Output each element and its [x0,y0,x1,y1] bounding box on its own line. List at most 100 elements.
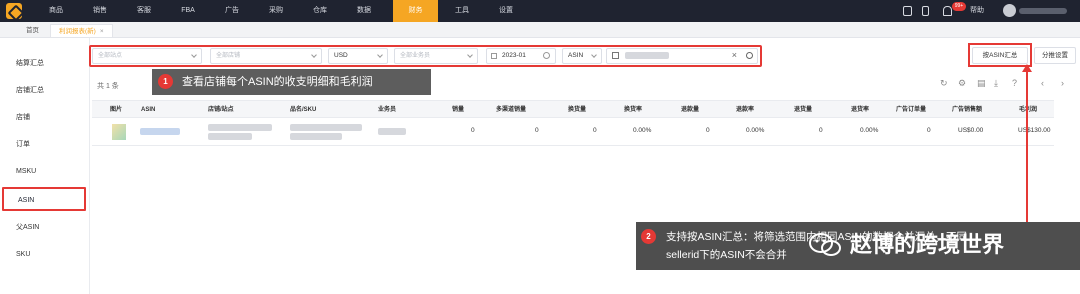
nav-item-purchase[interactable]: 采购 [260,0,292,22]
top-nav-bar: 商品 销售 客服 FBA 广告 采购 仓库 数据 财务 工具 设置 99+ 帮助 [0,0,1080,22]
cell-exchange-rate: 0.00% [633,127,652,134]
cell-exchange-qty: 0 [593,127,597,134]
nav-item-products[interactable]: 商品 [40,0,72,22]
sidebar-item-parent-asin[interactable]: 父ASIN [0,216,90,240]
store-select-placeholder: 全部店铺 [216,53,241,59]
refresh-icon[interactable]: ↻ [940,78,948,89]
sidebar-item-order[interactable]: 订单 [0,133,90,157]
col-ad-sales: 广告销售额 [952,107,983,113]
col-asin: ASIN [141,107,156,113]
annotation-badge-1: 1 [158,74,173,89]
chevron-down-icon [311,52,317,58]
sidebar-item-store-summary[interactable]: 店铺汇总 [0,79,90,103]
nav-item-tools[interactable]: 工具 [446,0,478,22]
dimension-select[interactable]: ASIN [562,48,602,64]
col-salesperson: 业务员 [378,107,397,113]
table-header: 图片 ASIN 店铺/站点 品名/SKU 业务员 销量 多渠道销量 换货量 换货… [92,100,1054,118]
prev-page-icon[interactable]: ‹ [1041,78,1044,88]
sidebar-item-store[interactable]: 店铺 [0,106,90,130]
cell-ad-orders: 0 [927,127,931,134]
page-tabs: 首页 利润报表(新) × [0,22,1080,38]
store-select[interactable]: 全部店铺 [210,48,322,64]
search-input[interactable]: × [606,48,758,64]
salesperson-select-placeholder: 全部业务员 [400,53,431,59]
search-value-blurred [625,52,669,59]
month-value: 2023-01 [502,52,526,59]
cell-multichannel: 0 [535,127,539,134]
nav-item-ads[interactable]: 广告 [216,0,248,22]
cell-ad-sales: US$0.00 [958,127,984,134]
gear-icon[interactable]: ⚙ [958,78,966,89]
avatar[interactable] [1003,4,1016,17]
col-return-rate: 退货率 [851,107,870,113]
cell-refund-rate: 0.00% [746,127,765,134]
split-settings-button[interactable]: 分推设置 [1034,47,1076,64]
chevron-down-icon [467,52,473,58]
tab-profit-report-label: 利润报表(新) [59,28,96,35]
annotation-badge-2: 2 [641,229,656,244]
col-image: 图片 [110,107,123,113]
help-link[interactable]: 帮助 [970,0,984,22]
chevron-down-icon [191,52,197,58]
download-icon[interactable]: ⤓ [994,78,998,89]
tab-profit-report[interactable]: 利润报表(新) × [50,24,113,37]
tab-home-label: 首页 [26,27,39,34]
asin-blurred[interactable] [140,128,180,135]
cell-sales: 0 [471,127,475,134]
month-picker[interactable]: 2023-01 [486,48,556,64]
salesperson-blurred [378,128,406,135]
col-sales[interactable]: 销量 [452,101,464,119]
col-multichannel: 多渠道销量 [496,107,527,113]
next-page-icon[interactable]: › [1061,78,1064,88]
table-row[interactable]: 0 0 0 0.00% 0 0.00% 0 0.00% 0 US$0.00 US… [92,118,1054,146]
calendar-icon [491,53,497,59]
sku-blurred [290,133,342,140]
nav-item-sales[interactable]: 销售 [84,0,116,22]
sidebar-item-sku[interactable]: SKU [0,243,90,267]
sidebar-item-msku[interactable]: MSKU [0,160,90,184]
nav-item-settings[interactable]: 设置 [490,0,522,22]
columns-icon[interactable]: ▤ [977,78,986,89]
chevron-down-icon [591,52,597,58]
col-exchange-rate: 换货率 [624,107,643,113]
mobile-icon[interactable] [922,6,929,16]
col-refund-qty: 退款量 [681,107,700,113]
product-thumbnail[interactable] [112,124,126,140]
nav-item-finance[interactable]: 财务 [393,0,438,22]
nav-item-data[interactable]: 数据 [348,0,380,22]
sidebar-item-settlement[interactable]: 结算汇总 [0,52,90,76]
col-gross-profit: 毛利润 [1019,107,1038,113]
site-select-placeholder: 全部站点 [98,53,123,59]
col-store-site: 店铺/站点 [208,107,234,113]
tab-home[interactable]: 首页 [18,24,47,37]
notification-badge: 99+ [952,2,966,11]
nav-item-fba[interactable]: FBA [172,0,204,22]
currency-select[interactable]: USD [328,48,388,64]
document-icon[interactable] [903,6,912,16]
by-asin-summary-button[interactable]: 按ASIN汇总 [972,47,1028,64]
col-exchange-qty: 换货量 [568,107,587,113]
nav-item-service[interactable]: 客服 [128,0,160,22]
grid-icon [612,52,619,59]
help-icon[interactable]: ? [1012,78,1017,88]
annotation-1-text: 查看店铺每个ASIN的收支明细和毛利润 [182,76,373,88]
search-icon[interactable] [746,52,753,59]
clear-icon[interactable]: × [732,50,737,60]
nav-item-warehouse[interactable]: 仓库 [304,0,336,22]
username-blurred [1019,8,1067,14]
cell-refund-qty: 0 [706,127,710,134]
cell-return-rate: 0.00% [860,127,879,134]
salesperson-select[interactable]: 全部业务员 [394,48,478,64]
currency-value: USD [334,52,348,59]
sidebar-item-asin[interactable]: ASIN [2,187,86,211]
dimension-value: ASIN [568,52,584,59]
fox-logo-icon[interactable] [6,3,22,19]
sidebar: 结算汇总 店铺汇总 店铺 订单 MSKU ASIN 父ASIN SKU [0,38,90,294]
close-icon[interactable]: × [100,28,104,35]
cell-return-qty: 0 [819,127,823,134]
help-circle-icon [543,52,550,59]
watermark-text: 赵博的跨境世界 [850,232,1005,257]
col-ad-orders: 广告订单量 [896,107,927,113]
site-select[interactable]: 全部站点 [92,48,202,64]
bell-icon[interactable] [943,6,952,16]
